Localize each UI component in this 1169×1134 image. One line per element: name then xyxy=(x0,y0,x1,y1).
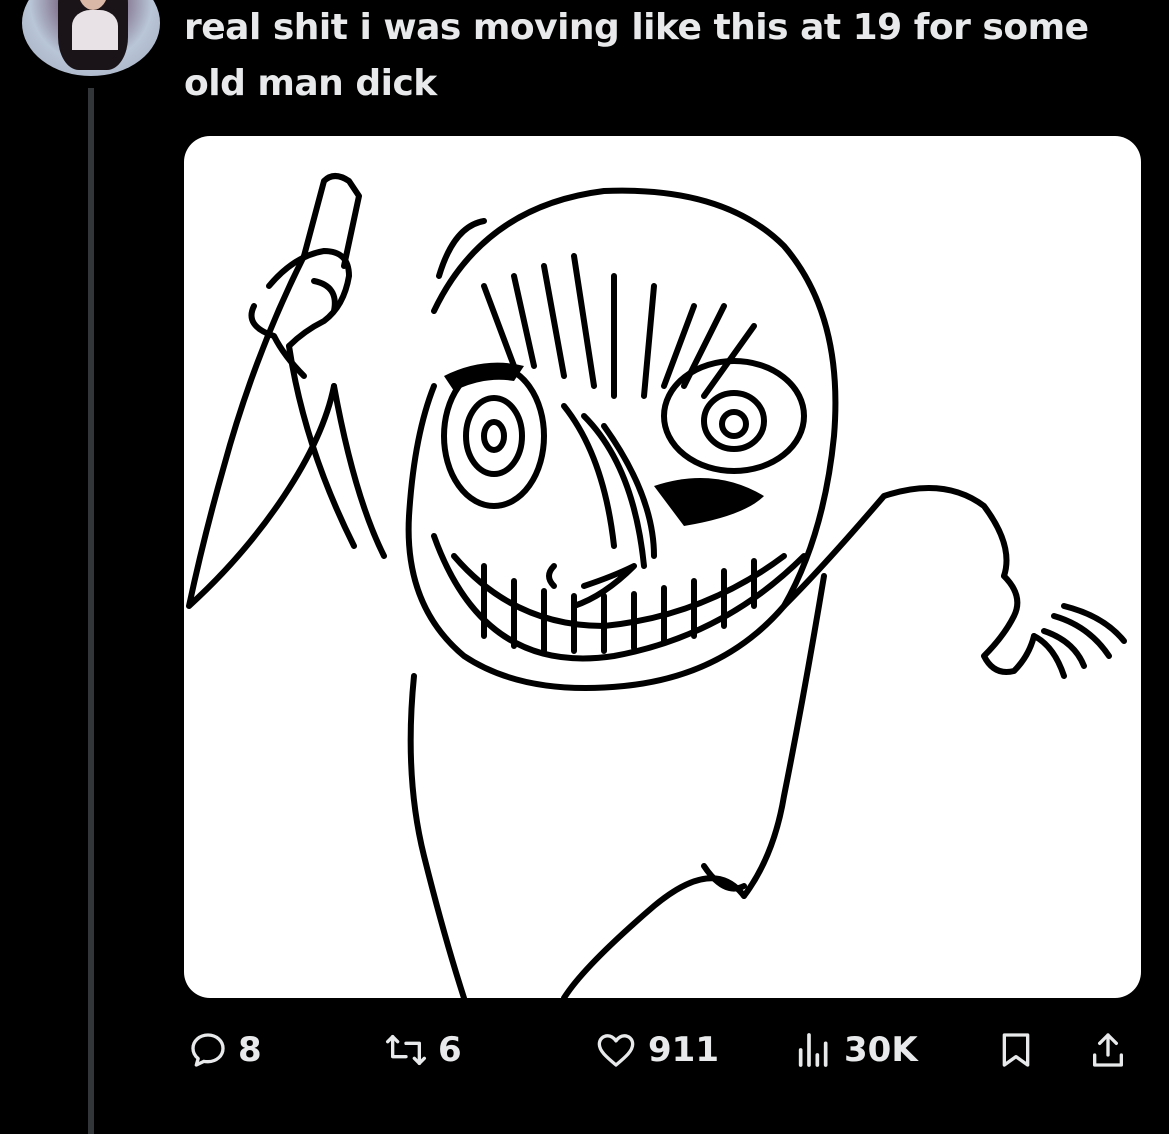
retweet-icon xyxy=(385,1035,426,1065)
creepy-figure-drawing xyxy=(186,173,1127,998)
retweet-button[interactable]: 6 xyxy=(384,1028,462,1072)
share-button[interactable] xyxy=(1088,1028,1128,1072)
retweet-count: 6 xyxy=(438,1030,462,1070)
reply-button[interactable]: 8 xyxy=(188,1028,262,1072)
like-button[interactable]: 911 xyxy=(594,1028,719,1072)
bookmark-button[interactable] xyxy=(996,1028,1036,1072)
thread-line xyxy=(88,88,94,1134)
heart-icon xyxy=(597,1034,635,1067)
share-icon xyxy=(1093,1033,1123,1067)
views-icon xyxy=(798,1033,828,1067)
tweet-action-bar: 8 6 911 30K xyxy=(0,1010,1169,1090)
views-count: 30K xyxy=(844,1030,918,1070)
views-button[interactable]: 30K xyxy=(794,1028,918,1072)
like-count: 911 xyxy=(648,1030,719,1070)
avatar[interactable] xyxy=(22,0,160,76)
avatar-clothing xyxy=(72,10,118,50)
reply-icon xyxy=(191,1033,225,1067)
bookmark-icon xyxy=(1002,1033,1030,1067)
reply-count: 8 xyxy=(238,1030,262,1070)
tweet-text: real shit i was moving like this at 19 f… xyxy=(184,7,1089,104)
tweet-media-image[interactable] xyxy=(184,136,1141,998)
